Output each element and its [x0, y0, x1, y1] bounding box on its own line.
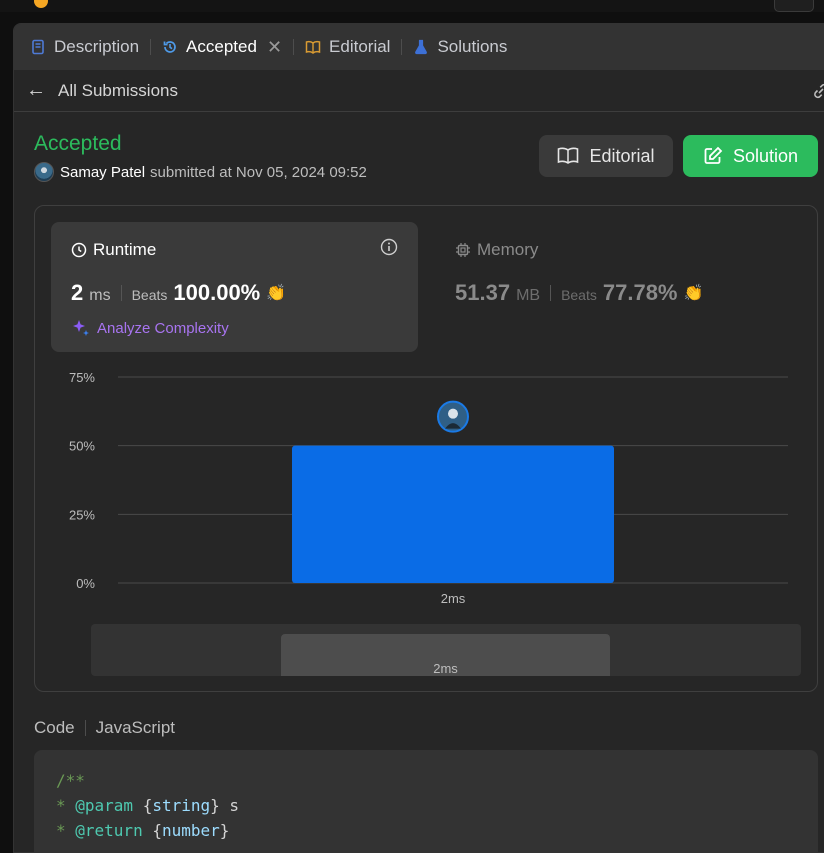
back-arrow-icon[interactable]: ←: [26, 79, 46, 102]
distribution-bar[interactable]: [292, 445, 614, 583]
runtime-title: Runtime: [71, 240, 156, 260]
tab-solutions[interactable]: Solutions: [413, 24, 507, 70]
tab-description[interactable]: Description: [30, 24, 139, 70]
tab-bar: Description Accepted ✕ Editorial Solutio…: [14, 24, 824, 70]
tab-label: Editorial: [329, 37, 391, 56]
runtime-metric: 2 ms Beats 100.00% 👏: [71, 280, 286, 306]
tab-label: Description: [54, 37, 140, 56]
tab-editorial[interactable]: Editorial: [305, 24, 390, 70]
metric-divider: [550, 285, 552, 301]
y-tick-label: 25%: [69, 507, 95, 522]
clap-icon: 👏: [266, 285, 287, 302]
runtime-value: 2: [71, 280, 84, 305]
code-header: Code JavaScript: [34, 718, 175, 738]
window-control-button[interactable]: [774, 0, 814, 12]
edit-icon: [704, 146, 723, 164]
all-submissions-link[interactable]: All Submissions: [58, 81, 178, 101]
memory-metric: 51.37 MB Beats 77.78% 👏: [455, 280, 703, 306]
user-position-avatar[interactable]: [437, 400, 469, 433]
code-line: * @return {number}: [56, 821, 230, 840]
submission-subbar: ← All Submissions: [14, 70, 824, 112]
solution-button[interactable]: Solution: [683, 135, 818, 177]
editorial-button[interactable]: Editorial: [539, 135, 673, 177]
runtime-title-text: Runtime: [93, 240, 157, 259]
close-icon[interactable]: ✕: [267, 37, 282, 58]
memory-value: 51.37: [455, 280, 511, 305]
tab-divider: [150, 39, 152, 55]
performance-stats-box: Runtime 2 ms Beats 100.00% 👏 Analyze Com…: [34, 205, 818, 692]
browser-top-strip: [0, 0, 824, 12]
book-icon: [305, 40, 321, 54]
book-icon: [558, 147, 579, 164]
link-icon[interactable]: [810, 80, 824, 102]
tab-label: Accepted: [186, 37, 257, 56]
code-block[interactable]: /** * @param {string} s * @return {numbe…: [34, 750, 818, 852]
memory-beats-label: Beats: [561, 287, 597, 303]
memory-unit: MB: [516, 287, 541, 304]
y-tick-label: 50%: [69, 439, 95, 454]
code-line: * @param {string} s: [56, 796, 240, 815]
chip-icon: [456, 243, 470, 257]
info-icon[interactable]: [380, 238, 398, 256]
submission-status: Accepted: [34, 132, 122, 155]
submission-author-line: Samay Patel submitted at Nov 05, 2024 09…: [34, 162, 367, 182]
tab-divider: [401, 39, 403, 55]
tab-divider: [293, 39, 295, 55]
solution-button-label: Solution: [732, 145, 799, 166]
history-icon: [163, 41, 176, 53]
code-line: /**: [56, 771, 85, 790]
author-name[interactable]: Samay Patel: [60, 164, 145, 181]
avatar[interactable]: [34, 162, 54, 182]
runtime-distribution-chart[interactable]: 75% 50% 25% 0% 2ms: [35, 366, 819, 611]
memory-title: Memory: [455, 240, 538, 260]
flask-icon: [415, 39, 428, 55]
submitted-time: submitted at Nov 05, 2024 09:52: [150, 163, 367, 181]
analyze-complexity-label: Analyze Complexity: [97, 319, 229, 337]
x-tick-label: 2ms: [441, 591, 466, 606]
runtime-beats-pct: 100.00%: [173, 280, 261, 305]
runtime-unit: ms: [89, 287, 111, 304]
editorial-button-label: Editorial: [589, 145, 655, 166]
browser-tab-favicon: [34, 0, 48, 8]
y-tick-label: 75%: [69, 370, 95, 385]
clock-icon: [71, 242, 87, 258]
submission-panel: Description Accepted ✕ Editorial Solutio…: [13, 23, 824, 853]
runtime-beats-label: Beats: [131, 287, 168, 303]
analyze-complexity-link[interactable]: Analyze Complexity: [71, 318, 229, 338]
memory-beats-pct: 77.78%: [602, 280, 678, 305]
runtime-card[interactable]: Runtime 2 ms Beats 100.00% 👏 Analyze Com…: [51, 222, 418, 352]
tab-label: Solutions: [437, 37, 508, 56]
y-tick-label: 0%: [76, 576, 95, 591]
memory-title-text: Memory: [477, 240, 539, 259]
metric-divider: [120, 285, 122, 301]
description-icon: [32, 39, 44, 55]
code-header-divider: [84, 720, 86, 736]
code-language: JavaScript: [95, 718, 176, 737]
memory-card[interactable]: Memory 51.37 MB Beats 77.78% 👏: [435, 222, 795, 352]
tab-accepted[interactable]: Accepted ✕: [162, 24, 282, 70]
code-label: Code: [34, 718, 75, 737]
range-slider-label: 2ms: [433, 661, 458, 676]
chart-range-slider[interactable]: 2ms: [91, 624, 801, 676]
sparkle-icon: [73, 320, 89, 336]
clap-icon: 👏: [683, 285, 704, 302]
